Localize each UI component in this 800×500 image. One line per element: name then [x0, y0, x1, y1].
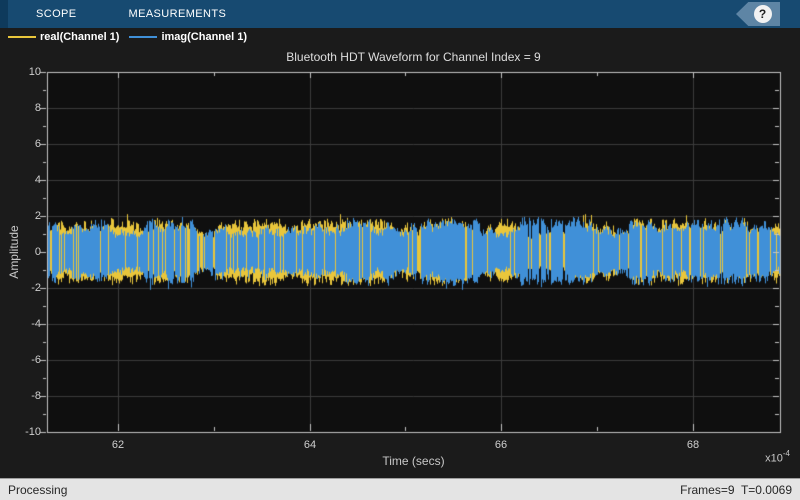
y-tick-label: 0: [34, 246, 41, 258]
tab-scope[interactable]: SCOPE: [22, 0, 91, 28]
frames-time-text: Frames=9 T=0.0069: [680, 482, 792, 497]
y-tick-label: 6: [34, 138, 41, 150]
imag-line-swatch: [129, 36, 158, 38]
x-tick-label: 68: [686, 439, 700, 451]
y-tick-label: -6: [31, 354, 41, 366]
status-text: Processing: [8, 482, 68, 497]
legend-label-imag: imag(Channel 1): [161, 31, 248, 43]
toolbar-tabs: SCOPE MEASUREMENTS ?: [0, 0, 800, 28]
y-tick-label: 8: [34, 102, 41, 114]
real-line-swatch: [8, 36, 36, 38]
x-multiplier-exponent: -4: [782, 449, 790, 458]
x-multiplier-base: x10: [765, 452, 783, 465]
y-tick-label: -2: [31, 282, 41, 294]
y-tick-label: 10: [28, 66, 41, 78]
x-axis-multiplier: x10-4: [765, 449, 790, 465]
y-tick-label: -4: [31, 318, 41, 330]
legend-label-real: real(Channel 1): [40, 31, 120, 43]
y-tick-label: -8: [31, 390, 41, 402]
help-button[interactable]: ?: [736, 2, 780, 26]
x-axis-label: Time (secs): [382, 454, 445, 468]
plot-region: Bluetooth HDT Waveform for Channel Index…: [0, 46, 800, 478]
status-bar: Processing Frames=9 T=0.0069: [0, 478, 800, 500]
legend-item-imag[interactable]: imag(Channel 1): [129, 31, 247, 43]
tab-measurements[interactable]: MEASUREMENTS: [115, 0, 241, 28]
x-tick-label: 62: [111, 439, 125, 451]
scope-window: SCOPE MEASUREMENTS ? real(Channel 1) ima…: [0, 0, 800, 500]
x-tick-label: 64: [303, 439, 317, 451]
y-tick-label: -10: [25, 426, 41, 438]
waveform-plot[interactable]: [0, 46, 800, 478]
legend: real(Channel 1) imag(Channel 1): [0, 28, 800, 46]
legend-item-real[interactable]: real(Channel 1): [8, 31, 119, 43]
x-tick-label: 66: [494, 439, 508, 451]
y-tick-label: 4: [34, 174, 41, 186]
y-tick-label: 2: [34, 210, 41, 222]
help-icon: ?: [753, 5, 772, 23]
plot-title: Bluetooth HDT Waveform for Channel Index…: [286, 50, 541, 64]
